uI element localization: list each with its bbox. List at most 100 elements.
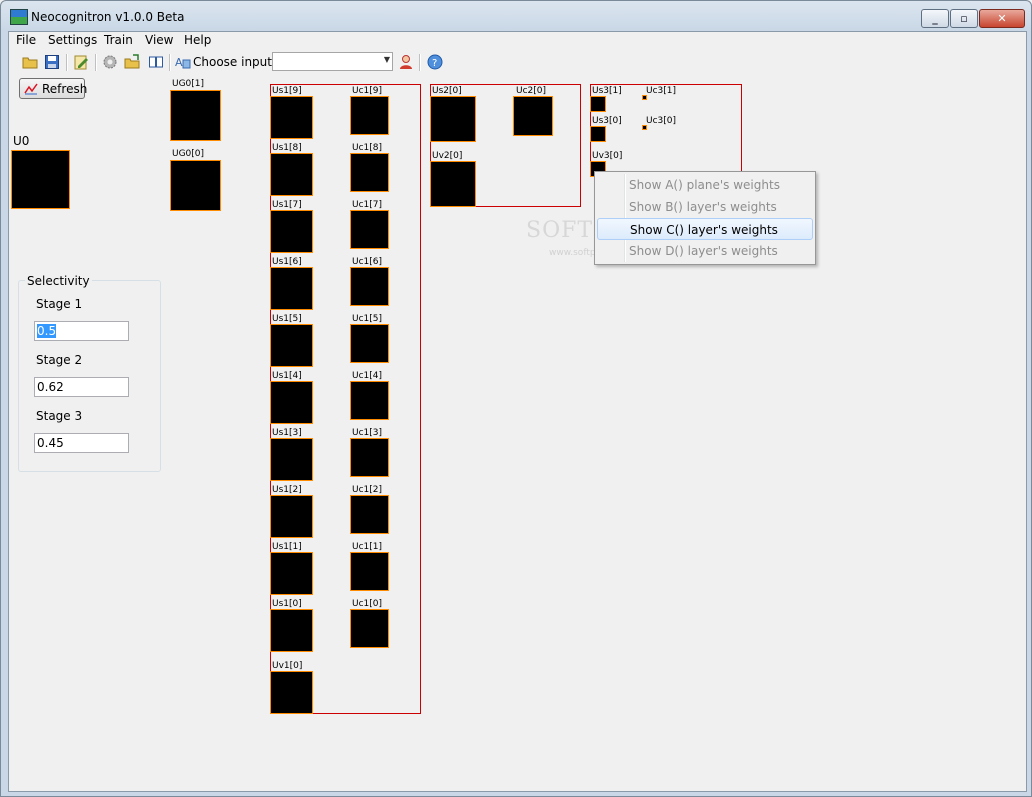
uc1-plane[interactable] <box>350 153 389 192</box>
us1-label: Us1[2] <box>272 485 302 495</box>
choose-input-combobox[interactable]: ▼ <box>272 52 393 71</box>
us1-plane[interactable] <box>270 324 313 367</box>
stage2-value: 0.62 <box>37 380 64 394</box>
maximize-button[interactable]: ▫ <box>950 9 978 28</box>
uv1-label: Uv1[0] <box>272 661 303 671</box>
us1-plane[interactable] <box>270 96 313 139</box>
book-icon[interactable] <box>148 54 164 70</box>
refresh-label: Refresh <box>42 82 88 96</box>
ug0-1-plane[interactable] <box>170 90 221 141</box>
menu-item-label: Show B() layer's weights <box>629 200 777 214</box>
uc3-0-plane[interactable] <box>642 125 647 130</box>
uc3-1-plane[interactable] <box>642 95 647 100</box>
us3-1-plane[interactable] <box>590 96 606 112</box>
us1-plane[interactable] <box>270 438 313 481</box>
us1-label: Us1[4] <box>272 371 302 381</box>
uc1-label: Uc1[9] <box>352 86 383 96</box>
uv2-plane[interactable] <box>430 161 476 207</box>
u0-plane[interactable] <box>11 150 70 209</box>
us3-0-label: Us3[0] <box>592 116 622 126</box>
uc2-label: Uc2[0] <box>516 86 547 96</box>
us1-label: Us1[0] <box>272 599 302 609</box>
us2-label: Us2[0] <box>432 86 462 96</box>
uv3-label: Uv3[0] <box>592 151 623 161</box>
us1-plane[interactable] <box>270 381 313 424</box>
app-window: Neocognitron v1.0.0 Beta _ ▫ ✕ File Sett… <box>0 0 1032 797</box>
minimize-icon: _ <box>932 12 938 25</box>
gear-icon[interactable] <box>102 54 118 70</box>
us1-plane[interactable] <box>270 609 313 652</box>
refresh-button[interactable]: Refresh <box>19 78 88 99</box>
uc1-plane[interactable] <box>350 438 389 477</box>
svg-text:A: A <box>175 56 183 69</box>
edit-icon[interactable] <box>73 54 89 70</box>
us3-0-plane[interactable] <box>590 126 606 142</box>
us1-plane[interactable] <box>270 552 313 595</box>
open-folder-icon[interactable] <box>22 54 38 70</box>
ug0-0-plane[interactable] <box>170 160 221 211</box>
minimize-button[interactable]: _ <box>921 9 949 28</box>
choose-input-label: Choose input: <box>193 55 277 69</box>
uc1-plane[interactable] <box>350 495 389 534</box>
uc1-label: Uc1[2] <box>352 485 383 495</box>
uc3-0-label: Uc3[0] <box>646 116 677 126</box>
us1-plane[interactable] <box>270 495 313 538</box>
toolbar-separator <box>169 54 171 71</box>
uc1-label: Uc1[8] <box>352 143 383 153</box>
uc1-plane[interactable] <box>350 96 389 135</box>
stage2-input[interactable]: 0.62 <box>34 377 129 397</box>
export-folder-icon[interactable] <box>124 54 140 70</box>
title-bar[interactable]: Neocognitron v1.0.0 Beta _ ▫ ✕ <box>1 1 1031 31</box>
us1-plane[interactable] <box>270 210 313 253</box>
stage1-label: Stage 1 <box>36 297 83 311</box>
us3-1-label: Us3[1] <box>592 86 622 96</box>
uc3-1-label: Uc3[1] <box>646 86 677 96</box>
uc2-plane[interactable] <box>513 96 553 136</box>
menu-item-label: Show D() layer's weights <box>629 244 778 258</box>
close-button[interactable]: ✕ <box>979 9 1025 28</box>
menu-view[interactable]: View <box>145 33 173 47</box>
dropdown-arrow-icon[interactable]: ▼ <box>384 55 390 64</box>
help-icon[interactable]: ? <box>427 54 443 70</box>
us1-plane[interactable] <box>270 153 313 196</box>
u0-label: U0 <box>13 134 30 148</box>
us2-plane[interactable] <box>430 96 476 142</box>
menu-help[interactable]: Help <box>184 33 211 47</box>
uc1-plane[interactable] <box>350 381 389 420</box>
uv1-plane[interactable] <box>270 671 313 714</box>
uc1-label: Uc1[7] <box>352 200 383 210</box>
toolbar-separator <box>66 54 68 71</box>
menu-item-show-b-weights[interactable]: Show B() layer's weights <box>597 196 813 218</box>
user-icon[interactable] <box>398 54 414 70</box>
client-area: File Settings Train View Help A Choose i… <box>8 31 1027 792</box>
uc1-plane[interactable] <box>350 609 389 648</box>
uc1-plane[interactable] <box>350 267 389 306</box>
uc1-plane[interactable] <box>350 552 389 591</box>
stage3-input[interactable]: 0.45 <box>34 433 129 453</box>
menu-item-show-d-weights[interactable]: Show D() layer's weights <box>597 240 813 262</box>
stage3-label: Stage 3 <box>36 409 83 423</box>
context-menu: Show A() plane's weights Show B() layer'… <box>594 171 816 265</box>
save-icon[interactable] <box>44 54 60 70</box>
us1-label: Us1[8] <box>272 143 302 153</box>
uv2-label: Uv2[0] <box>432 151 463 161</box>
ug0-0-label: UG0[0] <box>172 149 205 159</box>
stage2-label: Stage 2 <box>36 353 83 367</box>
input-choice-icon: A <box>175 56 191 69</box>
uc1-plane[interactable] <box>350 324 389 363</box>
us1-plane[interactable] <box>270 267 313 310</box>
us1-label: Us1[3] <box>272 428 302 438</box>
menu-item-show-a-weights[interactable]: Show A() plane's weights <box>597 174 813 196</box>
menu-settings[interactable]: Settings <box>48 33 97 47</box>
stage1-input[interactable]: 0.5 <box>34 321 129 341</box>
svg-text:?: ? <box>432 58 437 69</box>
menu-item-show-c-weights[interactable]: Show C() layer's weights <box>597 218 813 240</box>
app-icon <box>10 9 28 25</box>
menu-train[interactable]: Train <box>104 33 133 47</box>
uc1-plane[interactable] <box>350 210 389 249</box>
uc1-label: Uc1[6] <box>352 257 383 267</box>
menu-item-label: Show C() layer's weights <box>630 223 778 237</box>
uc1-label: Uc1[0] <box>352 599 383 609</box>
chart-icon <box>24 83 38 95</box>
menu-file[interactable]: File <box>16 33 36 47</box>
